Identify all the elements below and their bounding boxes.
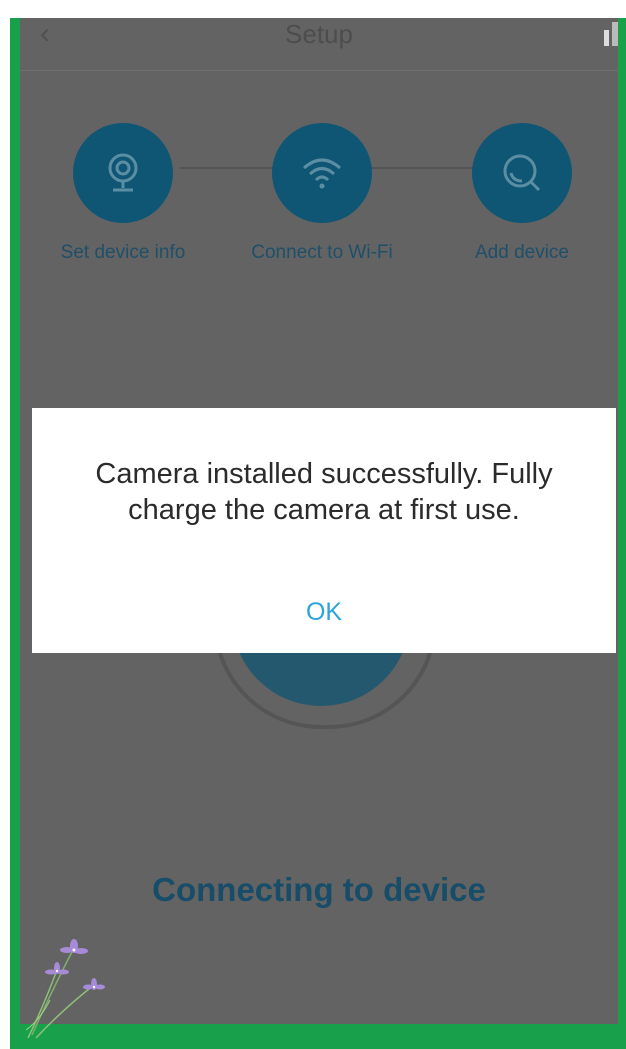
camera-icon [108,153,138,192]
step-3-circle [472,123,572,223]
step-2-circle [272,123,372,223]
step-1-label: Set device info [60,242,186,263]
signal-icon [604,22,618,46]
page-title: Setup [285,19,353,49]
step-3-label: Add device [474,242,569,263]
step-2-label: Connect to Wi-Fi [251,242,393,263]
nav-bar: ‹ Setup [20,18,618,71]
wifi-icon [303,158,341,189]
dialog-message: Camera installed successfully. Fully cha… [95,458,553,526]
flower-decoration-icon [25,939,105,1039]
connecting-status: Connecting to device [152,871,486,908]
success-dialog: Camera installed successfully. Fully cha… [32,408,616,653]
step-1-circle [73,123,173,223]
search-icon [503,154,541,192]
step-connector [372,167,476,169]
ok-button[interactable]: OK [274,592,374,632]
